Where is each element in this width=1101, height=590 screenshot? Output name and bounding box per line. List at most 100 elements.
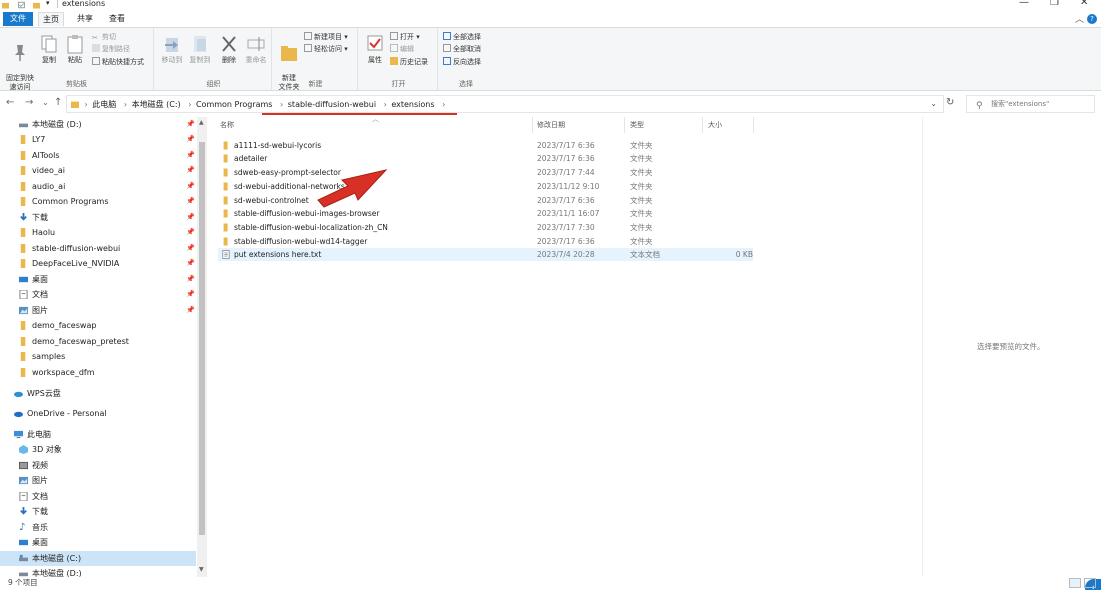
help-icon[interactable]: ? [1087, 14, 1097, 24]
file-row[interactable]: stable-diffusion-webui-localization-zh_C… [218, 221, 753, 234]
nav-item-video-ai[interactable]: video_ai 📌 [0, 163, 196, 178]
minimize-button[interactable]: — [1019, 0, 1029, 8]
column-size[interactable]: 大小 [708, 120, 722, 130]
crumb-extensions[interactable]: extensions [391, 100, 434, 109]
nav-item-documents[interactable]: 文档 📌 [0, 287, 196, 302]
copy-to-button[interactable]: 复制到 [186, 34, 214, 65]
properties-icon[interactable] [18, 1, 25, 9]
file-row[interactable]: sd-webui-controlnet 2023/7/17 6:36 文件夹 [218, 194, 753, 207]
crumb-this-pc[interactable]: 此电脑 [92, 100, 116, 109]
delete-button[interactable]: 删除 [217, 34, 241, 65]
open-button[interactable]: 打开 ▾ [390, 32, 420, 43]
nav-item-audio-ai[interactable]: audio_ai 📌 [0, 179, 196, 194]
file-row[interactable]: a1111-sd-webui-lycoris 2023/7/17 6:36 文件… [218, 139, 753, 152]
move-to-button[interactable]: 移动到 [158, 34, 186, 65]
properties-button[interactable]: 属性 [364, 34, 386, 65]
nav-item-music[interactable]: ♪ 音乐 [0, 520, 196, 535]
scroll-up-icon[interactable]: ▲ [199, 119, 204, 126]
nav-item-drive-c[interactable]: 本地磁盘 (C:) [0, 551, 196, 566]
file-row[interactable]: stable-diffusion-webui-images-browser 20… [218, 207, 753, 220]
customize-toolbar-icon[interactable]: ▾ [46, 0, 56, 7]
file-row[interactable]: sd-webui-additional-networks 2023/11/12 … [218, 180, 753, 193]
nav-item-workspace-dfm[interactable]: workspace_dfm [0, 365, 196, 380]
recent-locations-icon[interactable]: ⌄ [42, 98, 49, 107]
crumb-drive-c[interactable]: 本地磁盘 (C:) [132, 100, 181, 109]
cut-button[interactable]: ✂ 剪切 [92, 32, 116, 43]
nav-item-downloads-pc[interactable]: 下载 [0, 504, 196, 519]
paste-button[interactable]: 粘贴 [65, 34, 85, 65]
column-date[interactable]: 修改日期 [537, 120, 565, 130]
select-none-button[interactable]: 全部取消 [443, 44, 481, 55]
scroll-down-icon[interactable]: ▼ [199, 566, 204, 573]
copy-button[interactable]: 复制 [40, 34, 58, 65]
nav-item-desktop[interactable]: 桌面 📌 [0, 272, 196, 287]
column-separator[interactable] [532, 117, 533, 133]
nav-item-documents-pc[interactable]: 文档 [0, 489, 196, 504]
edit-button[interactable]: 编辑 [390, 44, 414, 55]
select-all-button[interactable]: 全部选择 [443, 32, 481, 43]
collapse-ribbon-icon[interactable]: ︿ [1075, 12, 1084, 25]
crumb-common-programs[interactable]: Common Programs [196, 100, 273, 109]
nav-item-haolu[interactable]: Haolu 📌 [0, 225, 196, 240]
column-separator[interactable] [753, 117, 754, 133]
nav-item-demo-faceswap-pretest[interactable]: demo_faceswap_pretest [0, 334, 196, 349]
back-button[interactable]: ← [6, 97, 14, 108]
cloud-icon [14, 391, 23, 398]
nav-item-samples[interactable]: samples [0, 349, 196, 364]
address-bar[interactable]: › 此电脑 › 本地磁盘 (C:) › Common Programs › st… [66, 95, 944, 113]
nav-item-ly7[interactable]: LY7 📌 [0, 132, 196, 147]
close-button[interactable]: ✕ [1080, 0, 1088, 8]
nav-item-onedrive[interactable]: OneDrive - Personal [0, 406, 196, 421]
large-icons-view-icon[interactable] [1084, 578, 1096, 588]
column-type[interactable]: 类型 [630, 120, 644, 130]
up-button[interactable]: ↑ [54, 97, 62, 108]
nav-item-videos[interactable]: 视频 [0, 458, 196, 473]
open-group: 属性 打开 ▾ 编辑 历史记录 打开 [360, 28, 438, 90]
chevron-right-icon: › [280, 100, 284, 109]
nav-item-this-pc[interactable]: 此电脑 [0, 427, 196, 442]
tab-home[interactable]: 主页 [38, 12, 64, 26]
address-dropdown-icon[interactable]: ⌄ [930, 99, 937, 108]
copy-path-button[interactable]: 复制路径 [92, 44, 130, 55]
forward-button[interactable]: → [25, 97, 33, 108]
nav-item-downloads[interactable]: 下载 📌 [0, 210, 196, 225]
file-row[interactable]: sdweb-easy-prompt-selector 2023/7/17 7:4… [218, 166, 753, 179]
file-row[interactable]: adetailer 2023/7/17 6:36 文件夹 [218, 152, 753, 165]
column-separator[interactable] [624, 117, 625, 133]
nav-item-aitools[interactable]: AITools 📌 [0, 148, 196, 163]
nav-item-drive-d[interactable]: 本地磁盘 (D:) 📌 [0, 117, 196, 132]
nav-item-common-programs[interactable]: Common Programs 📌 [0, 194, 196, 209]
new-item-button[interactable]: 新建项目 ▾ [304, 32, 348, 43]
nav-item-wps-cloud[interactable]: WPS云盘 [0, 386, 196, 401]
new-folder-quick-icon[interactable] [33, 1, 40, 9]
download-icon [20, 507, 27, 515]
history-button[interactable]: 历史记录 [390, 57, 428, 68]
invert-selection-button[interactable]: 反向选择 [443, 57, 481, 68]
file-row[interactable]: stable-diffusion-webui-wd14-tagger 2023/… [218, 235, 753, 248]
nav-item-stable-diffusion-webui[interactable]: stable-diffusion-webui 📌 [0, 241, 196, 256]
details-view-icon[interactable] [1069, 578, 1081, 588]
nav-scrollbar-thumb[interactable] [199, 142, 205, 535]
crumb-stable-diffusion-webui[interactable]: stable-diffusion-webui [288, 100, 376, 109]
nav-item-desktop-pc[interactable]: 桌面 [0, 535, 196, 550]
refresh-button[interactable]: ↻ [946, 97, 954, 108]
search-input[interactable]: ⚲ 搜索"extensions" [966, 95, 1095, 113]
maximize-button[interactable]: ❐ [1050, 0, 1059, 8]
nav-item-pictures[interactable]: 图片 📌 [0, 303, 196, 318]
nav-item-pictures-pc[interactable]: 图片 [0, 473, 196, 488]
nav-item-drive-d-pc[interactable]: 本地磁盘 (D:) [0, 566, 196, 577]
easy-access-button[interactable]: 轻松访问 ▾ [304, 44, 348, 55]
rename-button[interactable]: 重命名 [243, 34, 269, 65]
nav-item-deepfacelive[interactable]: DeepFaceLive_NVIDIA 📌 [0, 256, 196, 271]
file-row[interactable]: put extensions here.txt 2023/7/4 20:28 文… [218, 248, 753, 261]
paste-shortcut-button[interactable]: 粘贴快捷方式 [92, 57, 144, 68]
tab-view[interactable]: 查看 [104, 12, 130, 26]
tab-file[interactable]: 文件 [3, 12, 33, 26]
nav-item-demo-faceswap[interactable]: demo_faceswap [0, 318, 196, 333]
tab-share[interactable]: 共享 [72, 12, 98, 26]
column-separator[interactable] [702, 117, 703, 133]
document-icon [19, 492, 28, 501]
nav-item-3d-objects[interactable]: 3D 对象 [0, 442, 196, 457]
column-name[interactable]: 名称 [220, 120, 234, 130]
folder-icon [20, 197, 26, 206]
